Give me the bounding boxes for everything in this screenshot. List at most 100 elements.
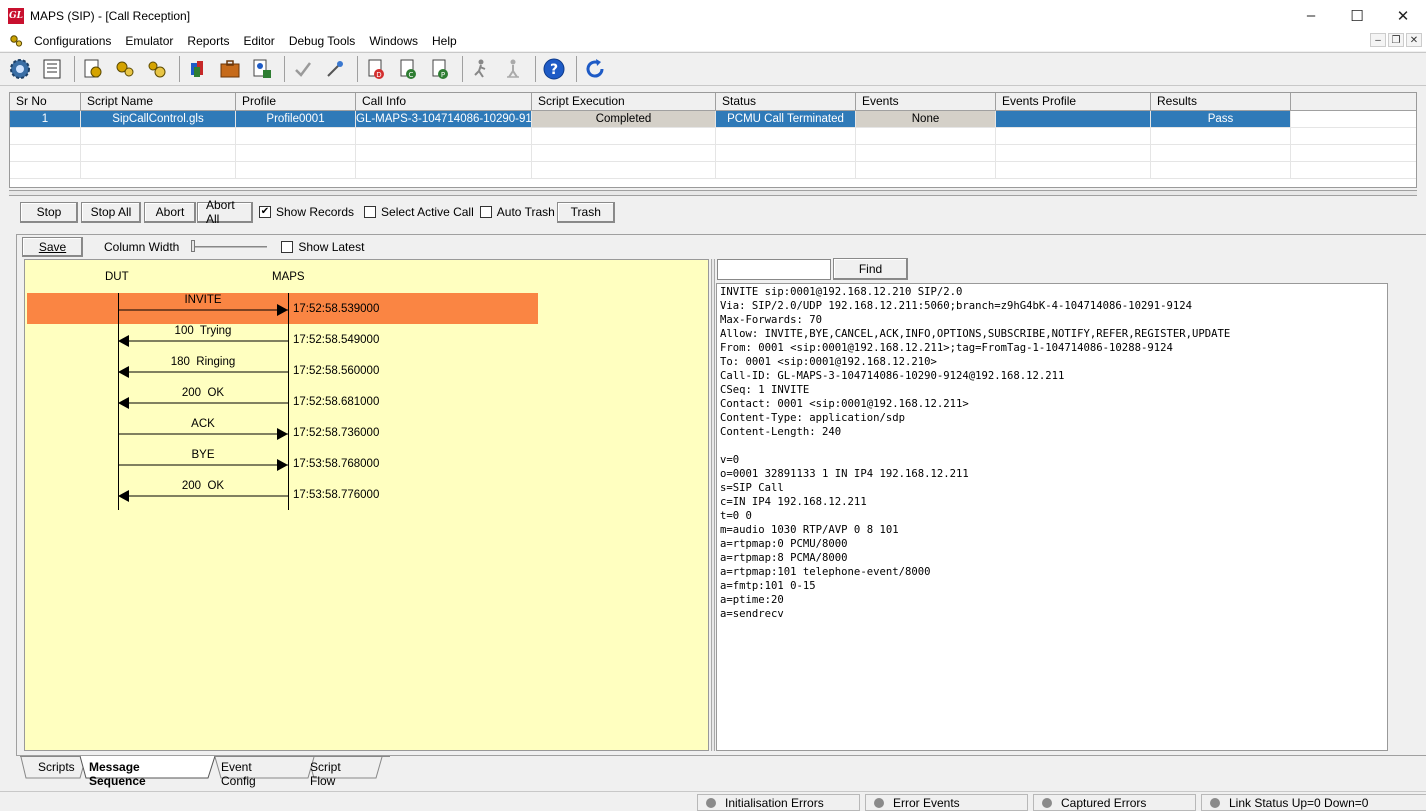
- entity-maps: MAPS: [272, 271, 305, 283]
- message-detail-pane[interactable]: INVITE sip:0001@192.168.12.210 SIP/2.0 Vi…: [716, 283, 1388, 751]
- mdi-minimize-button[interactable]: –: [1370, 33, 1386, 47]
- profile-icon[interactable]: [184, 55, 212, 83]
- detail-line: a=sendrecv: [720, 608, 784, 620]
- col-events[interactable]: Events: [856, 93, 996, 110]
- mdi-system-menu-icon[interactable]: [9, 34, 23, 48]
- save-button[interactable]: Save: [22, 237, 83, 257]
- checkbox-box[interactable]: [281, 241, 294, 253]
- select-active-call-checkbox[interactable]: Select Active Call: [364, 205, 474, 219]
- cell-profile: Profile0001: [236, 111, 356, 127]
- refresh-icon[interactable]: [581, 55, 609, 83]
- notebook-icon[interactable]: [38, 55, 66, 83]
- tab-message-sequence[interactable]: Message Sequence: [89, 760, 146, 788]
- auto-trash-checkbox[interactable]: Auto Trash: [479, 205, 555, 219]
- checkbox-box[interactable]: ✔: [259, 206, 271, 218]
- page-p-icon[interactable]: P: [426, 55, 454, 83]
- table-row-empty: [10, 145, 1416, 162]
- abort-all-button[interactable]: Abort All: [197, 198, 253, 226]
- status-bar: Initialisation Errors Error Events Captu…: [0, 791, 1426, 811]
- table-row[interactable]: 1 SipCallControl.gls Profile0001 GL-MAPS…: [10, 111, 1416, 128]
- detail-line: INVITE sip:0001@192.168.12.210 SIP/2.0: [720, 286, 963, 298]
- svg-text:?: ?: [550, 62, 558, 78]
- help-icon[interactable]: ?: [540, 55, 568, 83]
- cell-events-profile: [996, 111, 1151, 127]
- show-latest-checkbox[interactable]: Show Latest: [281, 240, 364, 254]
- vertical-splitter[interactable]: [711, 259, 715, 751]
- mdi-restore-button[interactable]: ❐: [1388, 33, 1404, 47]
- menu-help[interactable]: Help: [425, 31, 464, 51]
- auto-trash-label: Auto Trash: [496, 205, 555, 219]
- detail-line: m=audio 1030 RTP/AVP 0 8 101: [720, 524, 899, 536]
- status-dot-icon: [706, 797, 716, 808]
- toolbar-separator: [535, 56, 536, 82]
- run-disabled-icon[interactable]: [499, 55, 527, 83]
- horizontal-splitter[interactable]: [9, 190, 1417, 196]
- checkbox-box[interactable]: [479, 206, 492, 218]
- table-row-empty: [10, 162, 1416, 179]
- status-initialisation-errors[interactable]: Initialisation Errors: [697, 794, 860, 811]
- detail-line: v=0: [720, 454, 740, 466]
- col-call-info[interactable]: Call Info: [356, 93, 532, 110]
- arrows-icon[interactable]: [111, 55, 139, 83]
- menu-configurations[interactable]: Configurations: [27, 31, 118, 51]
- gear-icon[interactable]: [6, 55, 34, 83]
- control-row: Stop Stop All Abort Abort All ✔ Show Rec…: [20, 198, 615, 226]
- maximize-button[interactable]: ☐: [1334, 0, 1380, 31]
- menu-editor[interactable]: Editor: [236, 31, 281, 51]
- col-status[interactable]: Status: [716, 93, 856, 110]
- menu-windows[interactable]: Windows: [362, 31, 425, 51]
- page-c-icon[interactable]: C: [394, 55, 422, 83]
- find-input[interactable]: [717, 259, 831, 280]
- wizard-icon[interactable]: [321, 55, 349, 83]
- find-button[interactable]: Find: [833, 258, 908, 280]
- sequence-message[interactable]: ACK 17:52:58.736000: [25, 417, 708, 448]
- svg-text:P: P: [441, 71, 445, 79]
- tab-event-config[interactable]: Event Config: [221, 760, 256, 788]
- sequence-diagram[interactable]: DUT MAPS INVITE 17:52:58.539000 100 Trying…: [24, 259, 709, 751]
- menu-emulator[interactable]: Emulator: [118, 31, 180, 51]
- message-timestamp: 17:52:58.549000: [293, 334, 380, 346]
- briefcase-icon[interactable]: [216, 55, 244, 83]
- col-script-name[interactable]: Script Name: [81, 93, 236, 110]
- toolbar-separator: [357, 56, 358, 82]
- show-records-checkbox[interactable]: ✔ Show Records: [259, 205, 354, 219]
- tab-script-flow[interactable]: Script Flow: [310, 760, 341, 788]
- stop-button[interactable]: Stop: [20, 201, 78, 223]
- sequence-message[interactable]: 200 OK 17:53:58.776000: [25, 479, 708, 510]
- message-label: 200 OK: [181, 480, 225, 492]
- status-captured-errors[interactable]: Captured Errors: [1033, 794, 1196, 811]
- col-profile[interactable]: Profile: [236, 93, 356, 110]
- abort-button[interactable]: Abort: [144, 201, 196, 223]
- cell-status: PCMU Call Terminated: [716, 111, 856, 127]
- slider-thumb[interactable]: [191, 240, 196, 252]
- col-sr-no[interactable]: Sr No: [10, 93, 81, 110]
- sequence-message[interactable]: 180 Ringing 17:52:58.560000: [25, 355, 708, 386]
- toolbar-separator: [74, 56, 75, 82]
- sequence-message[interactable]: 200 OK 17:52:58.681000: [25, 386, 708, 417]
- page-d-icon[interactable]: D: [362, 55, 390, 83]
- col-events-profile[interactable]: Events Profile: [996, 93, 1151, 110]
- run-icon[interactable]: [467, 55, 495, 83]
- sequence-message[interactable]: INVITE 17:52:58.539000: [25, 293, 708, 324]
- check-icon[interactable]: [289, 55, 317, 83]
- script-edit-icon[interactable]: [79, 55, 107, 83]
- user-lock-icon[interactable]: [248, 55, 276, 83]
- sequence-message[interactable]: 100 Trying 17:52:58.549000: [25, 324, 708, 355]
- col-results[interactable]: Results: [1151, 93, 1291, 110]
- menu-debug-tools[interactable]: Debug Tools: [282, 31, 363, 51]
- mdi-close-button[interactable]: ✕: [1406, 33, 1422, 47]
- minimize-button[interactable]: –: [1288, 0, 1334, 31]
- trash-button[interactable]: Trash: [556, 201, 615, 223]
- column-width-slider[interactable]: [191, 240, 268, 254]
- menu-reports[interactable]: Reports: [180, 31, 236, 51]
- detail-line: a=fmtp:101 0-15: [720, 580, 816, 592]
- close-button[interactable]: ✕: [1380, 0, 1426, 31]
- tab-scripts[interactable]: Scripts: [38, 760, 75, 774]
- message-label: BYE: [191, 449, 215, 461]
- checkbox-box[interactable]: [364, 206, 377, 218]
- sequence-message[interactable]: BYE 17:53:58.768000: [25, 448, 708, 479]
- arrows-alt-icon[interactable]: [143, 55, 171, 83]
- col-script-execution[interactable]: Script Execution: [532, 93, 716, 110]
- status-error-events[interactable]: Error Events: [865, 794, 1028, 811]
- stop-all-button[interactable]: Stop All: [81, 201, 141, 223]
